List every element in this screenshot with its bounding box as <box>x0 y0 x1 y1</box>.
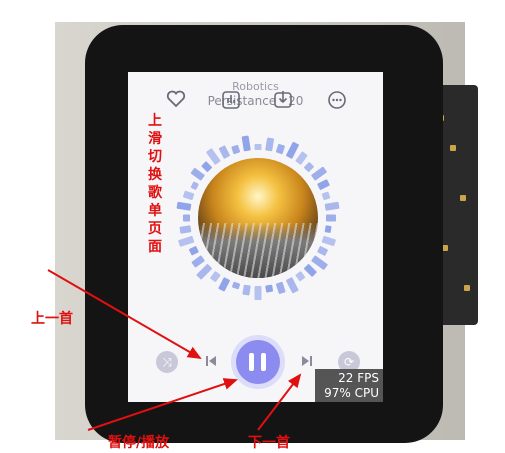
arrow-to-play <box>87 378 238 431</box>
annotation-arrows <box>47 269 302 431</box>
arrow-to-prev <box>47 269 202 360</box>
arrow-to-next <box>257 373 302 431</box>
